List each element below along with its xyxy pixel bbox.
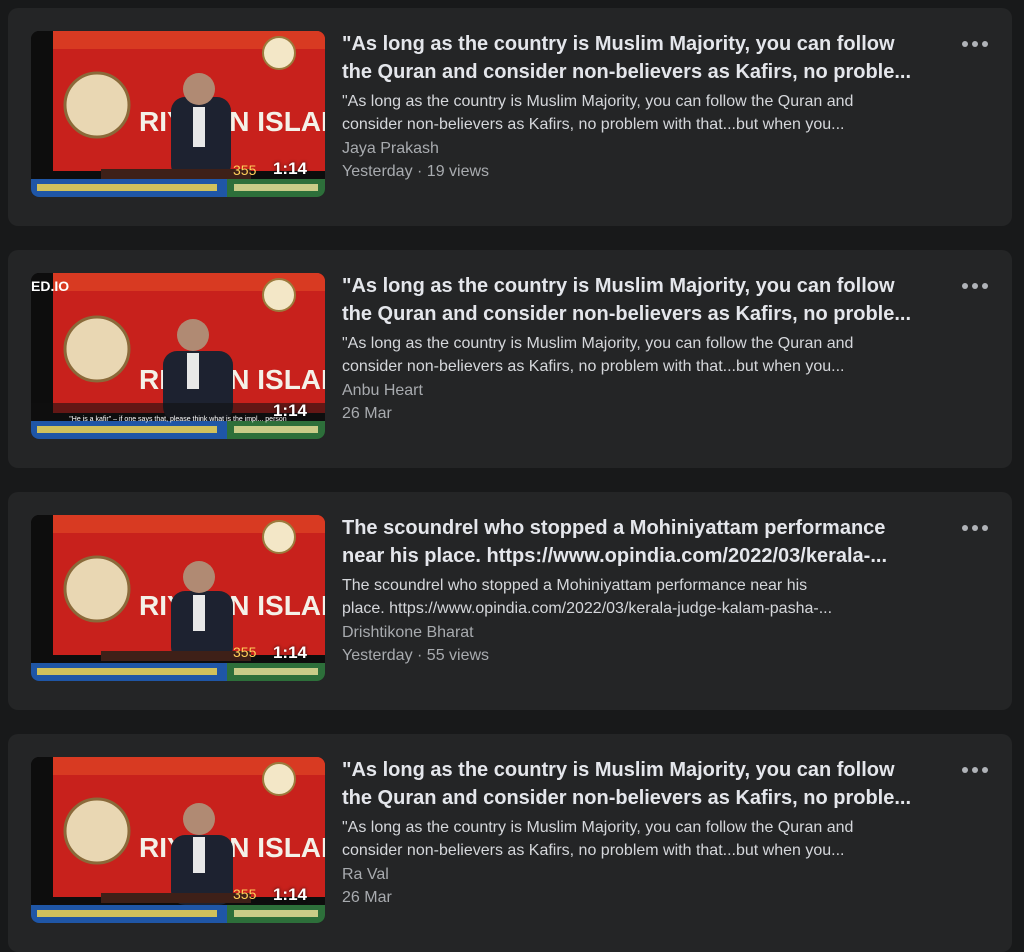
video-title-line: The scoundrel who stopped a Mohiniyattam… <box>342 517 886 539</box>
video-title-line: "As long as the country is Muslim Majori… <box>342 33 895 55</box>
video-description: The scoundrel who stopped a Mohiniyattam… <box>342 574 952 620</box>
description-line: consider non-believers as Kafirs, no pro… <box>342 116 845 133</box>
video-duration: 1:14 <box>272 159 307 178</box>
video-title-line: "As long as the country is Muslim Majori… <box>342 759 895 781</box>
video-thumbnail[interactable]: RIYA AN ISLAHI ED.IO "He is a kafir" – i… <box>31 273 325 439</box>
svg-text:355: 355 <box>233 644 257 660</box>
video-title[interactable]: The scoundrel who stopped a Mohiniyattam… <box>342 514 952 570</box>
more-horizontal-icon[interactable] <box>962 36 988 52</box>
description-line: place. https://www.opindia.com/2022/03/k… <box>342 600 833 617</box>
video-info: "As long as the country is Muslim Majori… <box>342 272 952 425</box>
more-horizontal-icon[interactable] <box>962 520 988 536</box>
video-info: "As long as the country is Muslim Majori… <box>342 30 952 183</box>
more-horizontal-icon[interactable] <box>962 278 988 294</box>
video-title[interactable]: "As long as the country is Muslim Majori… <box>342 272 952 328</box>
channel-watermark: ED.IO <box>31 278 70 294</box>
video-author[interactable]: Drishtikone Bharat <box>342 621 952 644</box>
video-author[interactable]: Anbu Heart <box>342 379 952 402</box>
video-title[interactable]: "As long as the country is Muslim Majori… <box>342 30 952 86</box>
description-line: "As long as the country is Muslim Majori… <box>342 335 854 352</box>
video-title[interactable]: "As long as the country is Muslim Majori… <box>342 756 952 812</box>
video-meta: Yesterday · 55 views <box>342 647 490 664</box>
more-horizontal-icon[interactable] <box>962 762 988 778</box>
video-thumbnail[interactable]: RIYA AN ISLAHI 355 1:14 <box>31 757 325 923</box>
video-duration: 1:14 <box>272 885 307 904</box>
video-title-line: the Quran and consider non-believers as … <box>342 787 912 809</box>
video-description: "As long as the country is Muslim Majori… <box>342 332 952 378</box>
video-author[interactable]: Jaya Prakash <box>342 137 952 160</box>
video-thumbnail[interactable]: RIYA AN ISLAHI 355 1:14 <box>31 31 325 197</box>
svg-text:RIYA AN ISLAHI: RIYA AN ISLAHI <box>139 106 325 137</box>
video-title-line: the Quran and consider non-believers as … <box>342 61 912 83</box>
description-line: The scoundrel who stopped a Mohiniyattam… <box>342 577 808 594</box>
description-line: consider non-believers as Kafirs, no pro… <box>342 358 845 375</box>
video-description: "As long as the country is Muslim Majori… <box>342 816 952 862</box>
video-duration: 1:14 <box>272 643 307 662</box>
video-description: "As long as the country is Muslim Majori… <box>342 90 952 136</box>
video-card[interactable]: RIYA AN ISLAHI ED.IO "He is a kafir" – i… <box>8 250 1012 468</box>
video-info: "As long as the country is Muslim Majori… <box>342 756 952 909</box>
video-info: The scoundrel who stopped a Mohiniyattam… <box>342 514 952 667</box>
video-author[interactable]: Ra Val <box>342 863 952 886</box>
video-card[interactable]: RIYA AN ISLAHI 355 1:14 "As long as the … <box>8 734 1012 952</box>
video-card[interactable]: RIYA AN ISLAHI 355 1:14 The scoundrel wh… <box>8 492 1012 710</box>
svg-text:355: 355 <box>233 162 257 178</box>
video-thumbnail[interactable]: RIYA AN ISLAHI 355 1:14 <box>31 515 325 681</box>
description-line: consider non-believers as Kafirs, no pro… <box>342 842 845 859</box>
video-duration: 1:14 <box>272 401 307 420</box>
video-title-line: near his place. https://www.opindia.com/… <box>342 545 887 567</box>
video-card[interactable]: RIYA AN ISLAHI 355 1:14 "As long as the … <box>8 8 1012 226</box>
video-title-line: the Quran and consider non-believers as … <box>342 303 912 325</box>
svg-text:355: 355 <box>233 886 257 902</box>
description-line: "As long as the country is Muslim Majori… <box>342 93 854 110</box>
video-title-line: "As long as the country is Muslim Majori… <box>342 275 895 297</box>
video-meta: 26 Mar <box>342 405 392 422</box>
video-meta: Yesterday · 19 views <box>342 163 490 180</box>
video-list: RIYA AN ISLAHI 355 1:14 "As long as the … <box>0 0 1024 952</box>
video-meta: 26 Mar <box>342 889 392 906</box>
description-line: "As long as the country is Muslim Majori… <box>342 819 854 836</box>
